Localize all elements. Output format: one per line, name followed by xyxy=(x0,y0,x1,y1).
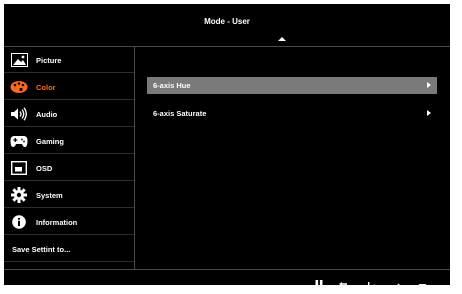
sidebar-item-osd[interactable]: OSD xyxy=(4,155,134,181)
menu-row-label: 6-axis Hue xyxy=(153,81,191,90)
sidebar-item-label: OSD xyxy=(36,164,53,173)
info-icon xyxy=(10,214,28,229)
menu-row-6-axis-hue[interactable]: 6-axis Hue xyxy=(147,77,437,94)
sidebar: Picture Color Audio Gaming OSD System In… xyxy=(4,47,134,269)
sidebar-item-label: Audio xyxy=(36,110,58,119)
sidebar-item-label: System xyxy=(36,191,63,200)
menu-row-6-axis-saturate[interactable]: 6-axis Saturate xyxy=(147,105,437,122)
sidebar-item-color[interactable]: Color xyxy=(4,74,134,100)
pause-icon[interactable] xyxy=(315,275,323,293)
menu-row-label: 6-axis Saturate xyxy=(153,109,207,118)
page-title: Mode - User xyxy=(204,17,250,26)
up-icon[interactable] xyxy=(394,276,403,294)
sidebar-item-label: Save Settint to... xyxy=(12,245,71,254)
sidebar-item-label: Gaming xyxy=(36,137,64,146)
down-icon[interactable] xyxy=(418,276,427,294)
sidebar-item-label: Color xyxy=(36,83,56,92)
gear-icon xyxy=(10,186,28,203)
sidebar-item-audio[interactable]: Audio xyxy=(4,101,134,127)
osd-frame: Mode - User Picture Color Audio Gaming O… xyxy=(4,4,450,289)
sidebar-item-picture[interactable]: Picture xyxy=(4,47,134,73)
control-bar xyxy=(4,270,450,289)
osd-icon xyxy=(10,160,28,175)
chevron-right-icon xyxy=(427,82,431,88)
sidebar-item-label: Picture xyxy=(36,56,62,65)
sidebar-item-label: Information xyxy=(36,218,78,227)
sidebar-divider xyxy=(134,47,135,269)
picture-icon xyxy=(10,52,28,67)
sidebar-item-information[interactable]: Information xyxy=(4,209,134,235)
gamepad-icon xyxy=(10,133,28,148)
sidebar-item-save-settings[interactable]: Save Settint to... xyxy=(4,236,134,262)
speaker-icon xyxy=(10,106,28,121)
enter-icon[interactable] xyxy=(368,276,377,294)
back-icon[interactable] xyxy=(339,276,348,294)
chevron-right-icon xyxy=(427,110,431,116)
scroll-up-icon[interactable] xyxy=(278,37,286,41)
palette-icon xyxy=(10,79,28,94)
sidebar-item-system[interactable]: System xyxy=(4,182,134,208)
sidebar-item-gaming[interactable]: Gaming xyxy=(4,128,134,154)
